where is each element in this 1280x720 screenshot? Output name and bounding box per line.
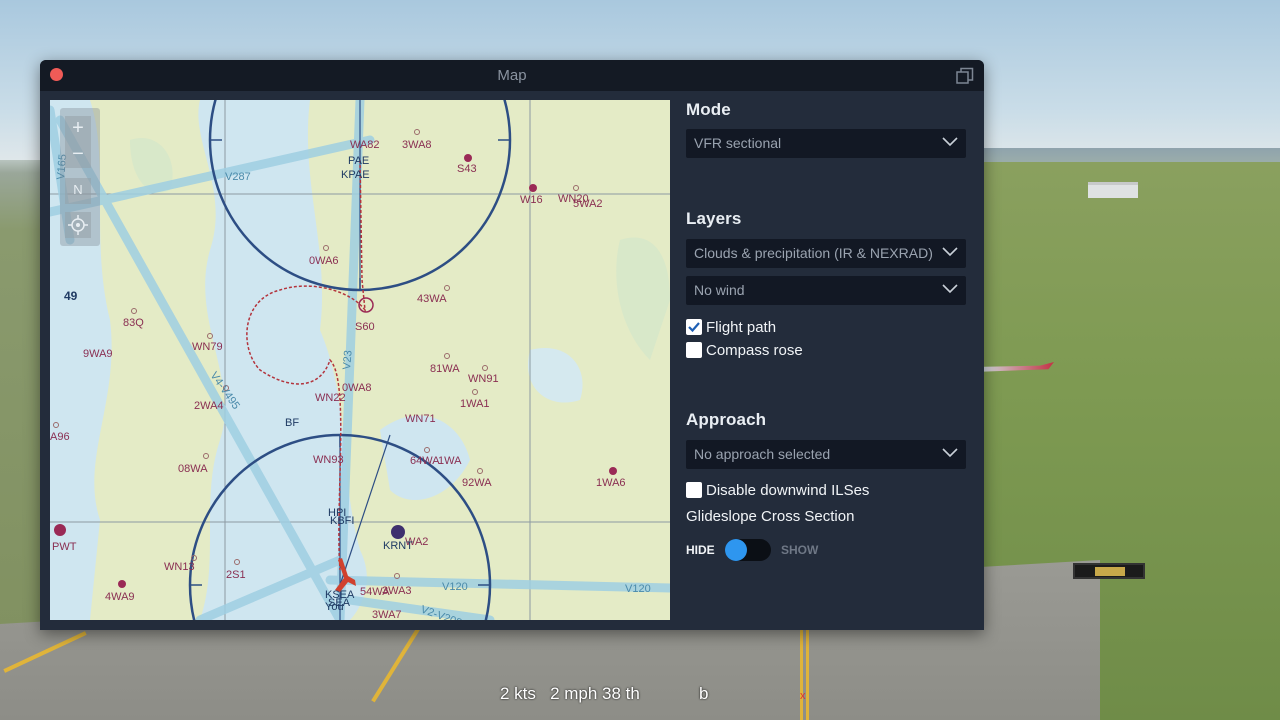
approach-value: No approach selected bbox=[694, 446, 831, 462]
map-label: 1WA1 bbox=[460, 398, 490, 410]
map-label: 43WA bbox=[417, 293, 447, 305]
map-label: V23 bbox=[341, 350, 355, 371]
map-label: V120 bbox=[625, 583, 651, 595]
mode-value: VFR sectional bbox=[694, 135, 782, 151]
taxiway-sign bbox=[1073, 563, 1145, 579]
chevron-down-icon bbox=[942, 137, 958, 147]
map-label: 9WA9 bbox=[83, 348, 113, 360]
map-label: 81WA bbox=[430, 363, 460, 375]
weather-layer-value: Clouds & precipitation (IR & NEXRAD) bbox=[694, 245, 933, 261]
map-window: Map WA82 3WA8 S43 W16 WN20 5WA2 0WA6 83Q… bbox=[40, 60, 984, 630]
hide-label: HIDE bbox=[686, 543, 715, 557]
map-label: A96 bbox=[50, 431, 70, 443]
approach-heading: Approach bbox=[686, 410, 767, 429]
layers-heading: Layers bbox=[686, 209, 742, 228]
map-label: BF bbox=[285, 417, 299, 429]
map-label: 5WA2 bbox=[573, 198, 603, 210]
crosshair-icon bbox=[68, 215, 88, 235]
map-label: WN13 bbox=[164, 561, 195, 573]
taxi-line bbox=[806, 630, 809, 720]
compass-rose-checkbox[interactable] bbox=[686, 342, 702, 358]
window-title: Map bbox=[497, 67, 527, 84]
map-label: KRNT bbox=[383, 540, 413, 552]
center-on-aircraft-button[interactable] bbox=[65, 212, 91, 238]
map-label: 1WA6 bbox=[596, 477, 626, 489]
show-label: SHOW bbox=[781, 543, 819, 557]
mode-heading: Mode bbox=[686, 100, 731, 119]
map-label: WN71 bbox=[405, 413, 436, 425]
toggle-knob bbox=[725, 539, 747, 561]
map-label: 3WA7 bbox=[372, 609, 402, 620]
sectional-map[interactable]: WA82 3WA8 S43 W16 WN20 5WA2 0WA6 83Q 9WA… bbox=[50, 100, 670, 620]
disable-downwind-label: Disable downwind ILSes bbox=[706, 482, 870, 499]
glideslope-label: Glideslope Cross Section bbox=[686, 508, 855, 525]
zoom-in-button[interactable]: + bbox=[65, 116, 91, 142]
map-label: S43 bbox=[457, 163, 477, 175]
map-label: 3WA3 bbox=[382, 585, 412, 597]
chevron-down-icon bbox=[942, 284, 958, 294]
map-label: KPAE bbox=[341, 169, 370, 181]
wind-layer-value: No wind bbox=[694, 282, 745, 298]
map-label: 2S1 bbox=[226, 569, 246, 581]
flight-path-checkbox[interactable] bbox=[686, 319, 702, 335]
map-label: 3WA8 bbox=[402, 139, 432, 151]
map-canvas: WA82 3WA8 S43 W16 WN20 5WA2 0WA6 83Q 9WA… bbox=[50, 100, 670, 620]
map-label: 83Q bbox=[123, 317, 144, 329]
popout-icon[interactable] bbox=[956, 67, 974, 85]
map-label: 0WA8 bbox=[342, 382, 372, 394]
hangar bbox=[1088, 182, 1138, 198]
map-label: 92WA bbox=[462, 477, 492, 489]
approach-select[interactable]: No approach selected bbox=[686, 440, 966, 469]
map-label: V287 bbox=[225, 171, 251, 183]
map-label: WN22 bbox=[315, 392, 346, 404]
map-label: 4WA9 bbox=[105, 591, 135, 603]
map-label: 1WA bbox=[438, 455, 462, 467]
map-label: 49 bbox=[64, 289, 78, 303]
weather-layer-select[interactable]: Clouds & precipitation (IR & NEXRAD) bbox=[686, 239, 966, 268]
map-label: WN91 bbox=[468, 373, 499, 385]
map-label: PWT bbox=[52, 541, 77, 553]
disable-downwind-checkbox[interactable] bbox=[686, 482, 702, 498]
glideslope-toggle[interactable] bbox=[725, 539, 771, 561]
map-label: 2WA4 bbox=[194, 400, 224, 412]
map-label: 64WA bbox=[410, 455, 440, 467]
map-label: S60 bbox=[355, 321, 375, 333]
checkmark-icon bbox=[688, 322, 700, 333]
zoom-out-button[interactable]: − bbox=[65, 142, 91, 168]
map-label: WN93 bbox=[313, 454, 344, 466]
hud-speed-readout: 2 kts 2 mph 38 th bbox=[500, 684, 640, 703]
map-label: PAE bbox=[348, 155, 369, 167]
title-bar[interactable]: Map bbox=[40, 60, 984, 91]
map-label: You bbox=[325, 601, 344, 613]
map-label: W16 bbox=[520, 194, 543, 206]
map-label: 0WA6 bbox=[309, 255, 339, 267]
map-label: 08WA bbox=[178, 463, 208, 475]
hud-marker: x bbox=[800, 690, 806, 702]
map-label: V120 bbox=[442, 581, 468, 593]
north-up-button[interactable]: N bbox=[65, 178, 91, 204]
map-label: WN79 bbox=[192, 341, 223, 353]
map-label: WA82 bbox=[350, 139, 380, 151]
map-label: HPI bbox=[328, 507, 346, 519]
wind-layer-select[interactable]: No wind bbox=[686, 276, 966, 305]
mode-select[interactable]: VFR sectional bbox=[686, 129, 966, 158]
chevron-down-icon bbox=[942, 448, 958, 458]
chevron-down-icon bbox=[942, 247, 958, 257]
flight-path-label: Flight path bbox=[706, 319, 777, 336]
glideslope-toggle-row: HIDE SHOW bbox=[686, 538, 966, 562]
map-controls: + − N bbox=[60, 108, 100, 246]
compass-rose-label: Compass rose bbox=[706, 342, 803, 359]
taxi-line bbox=[800, 630, 803, 720]
hud-extra: b bbox=[699, 684, 709, 703]
